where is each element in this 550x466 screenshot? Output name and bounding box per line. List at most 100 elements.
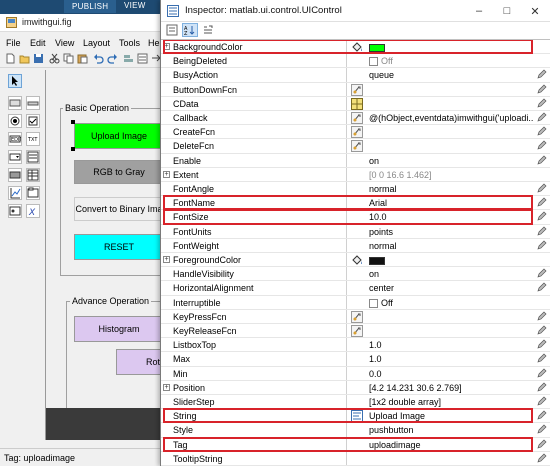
ribbon-tab-publish[interactable]: PUBLISH <box>64 0 117 13</box>
property-row-buttondownfcn[interactable]: ButtonDownFcn <box>161 82 550 97</box>
edit-pencil-icon[interactable] <box>537 439 547 449</box>
menu-layout[interactable]: Layout <box>83 38 110 48</box>
property-value[interactable]: Off <box>369 56 534 67</box>
edit-pencil-icon[interactable] <box>537 325 547 335</box>
property-checkbox[interactable] <box>369 298 378 308</box>
property-row-fontunits[interactable]: FontUnits points <box>161 224 550 239</box>
popup-menu-tool-icon[interactable] <box>8 150 22 164</box>
edit-pencil-icon[interactable] <box>537 84 547 94</box>
layout-canvas[interactable]: Basic Operation Upload Image RGB to Gray… <box>45 70 160 440</box>
column-divider[interactable] <box>346 253 347 267</box>
redo-icon[interactable] <box>107 53 118 64</box>
property-value[interactable]: Upload Image <box>369 411 534 421</box>
property-row-deletefcn[interactable]: DeleteFcn <box>161 139 550 154</box>
callback-icon[interactable] <box>350 112 363 124</box>
menu-editor-icon[interactable] <box>137 53 148 64</box>
property-value[interactable]: Off <box>369 298 534 308</box>
new-file-icon[interactable] <box>5 53 16 64</box>
edit-pencil-icon[interactable] <box>537 140 547 150</box>
axes-tool-icon[interactable] <box>8 186 22 200</box>
edit-pencil-icon[interactable] <box>537 282 547 292</box>
figure-area[interactable]: Basic Operation Upload Image RGB to Gray… <box>46 70 160 421</box>
edit-pencil-icon[interactable] <box>537 112 547 122</box>
expand-toggle-icon[interactable]: + <box>163 383 170 391</box>
property-row-fontsize[interactable]: FontSize 10.0 <box>161 210 550 225</box>
property-value[interactable]: 1.0 <box>369 340 534 350</box>
paint-bucket-icon[interactable] <box>350 41 363 53</box>
property-row-busyaction[interactable]: BusyAction queue <box>161 68 550 83</box>
edit-pencil-icon[interactable] <box>537 339 547 349</box>
color-swatch[interactable] <box>369 43 385 52</box>
edit-pencil-icon[interactable] <box>537 382 547 392</box>
column-divider[interactable] <box>346 338 347 352</box>
column-divider[interactable] <box>346 167 347 181</box>
property-row-callback[interactable]: Callback @(hObject,eventdata)imwithgui('u… <box>161 111 550 126</box>
edit-pencil-icon[interactable] <box>537 240 547 250</box>
edit-pencil-icon[interactable] <box>537 211 547 221</box>
property-row-listboxtop[interactable]: ListboxTop 1.0 <box>161 338 550 353</box>
cut-icon[interactable] <box>49 53 60 64</box>
callback-icon[interactable] <box>350 325 363 337</box>
column-divider[interactable] <box>346 68 347 82</box>
property-value[interactable]: uploadimage <box>369 440 534 450</box>
open-folder-icon[interactable] <box>19 53 30 64</box>
column-divider[interactable] <box>346 409 347 423</box>
column-divider[interactable] <box>346 309 347 323</box>
column-divider[interactable] <box>346 281 347 295</box>
column-divider[interactable] <box>346 380 347 394</box>
text-editor-icon[interactable] <box>350 410 363 423</box>
expand-toggle-icon[interactable]: + <box>163 43 170 50</box>
slider-tool-icon[interactable] <box>26 96 40 110</box>
edit-pencil-icon[interactable] <box>537 396 547 406</box>
column-divider[interactable] <box>346 437 347 451</box>
column-divider[interactable] <box>346 196 347 210</box>
reset-button[interactable]: RESET <box>74 234 160 260</box>
column-divider[interactable] <box>346 54 347 68</box>
column-divider[interactable] <box>346 40 347 54</box>
property-row-horizontalalignment[interactable]: HorizontalAlignment center <box>161 281 550 296</box>
radio-button-tool-icon[interactable] <box>8 114 22 128</box>
column-divider[interactable] <box>346 352 347 366</box>
panel-tool-icon[interactable] <box>26 186 40 200</box>
minimize-icon[interactable]: – <box>465 0 493 22</box>
edit-pencil-icon[interactable] <box>537 126 547 136</box>
property-row-beingdeleted[interactable]: BeingDeleted Off <box>161 54 550 69</box>
property-row-extent[interactable]: + Extent [0 0 16.6 1.462] <box>161 167 550 182</box>
push-button-tool-icon[interactable] <box>8 96 22 110</box>
expand-toggle-icon[interactable]: + <box>163 256 170 263</box>
rgb-to-gray-button[interactable]: RGB to Gray <box>74 160 160 184</box>
property-row-fontangle[interactable]: FontAngle normal <box>161 182 550 197</box>
column-divider[interactable] <box>346 182 347 196</box>
column-divider[interactable] <box>346 238 347 252</box>
property-row-foregroundcolor[interactable]: + ForegroundColor <box>161 253 550 268</box>
maximize-icon[interactable]: □ <box>493 0 521 22</box>
property-row-style[interactable]: Style pushbutton <box>161 423 550 438</box>
property-row-min[interactable]: Min 0.0 <box>161 366 550 381</box>
edit-pencil-icon[interactable] <box>537 311 547 321</box>
edit-pencil-icon[interactable] <box>537 424 547 434</box>
callback-icon[interactable] <box>350 140 363 153</box>
edit-pencil-icon[interactable] <box>537 69 547 79</box>
toggle-button-tool-icon[interactable] <box>8 168 22 182</box>
column-divider[interactable] <box>346 423 347 437</box>
property-row-position[interactable]: + Position [4.2 14.231 30.6 2.769] <box>161 380 550 395</box>
sort-alphabetical-icon[interactable]: AZ <box>182 23 198 37</box>
close-icon[interactable]: ✕ <box>521 0 549 22</box>
property-value[interactable]: pushbutton <box>369 425 534 435</box>
property-row-string[interactable]: String Upload Image <box>161 409 550 424</box>
property-value[interactable]: [4.2 14.231 30.6 2.769] <box>369 383 534 393</box>
static-text-tool-icon[interactable]: TXT <box>26 132 40 146</box>
property-row-handlevisibility[interactable]: HandleVisibility on <box>161 267 550 282</box>
property-value[interactable]: normal <box>369 184 534 194</box>
property-value[interactable]: @(hObject,eventdata)imwithgui('uploadi..… <box>369 113 534 123</box>
column-divider[interactable] <box>346 224 347 238</box>
column-divider[interactable] <box>346 267 347 281</box>
property-checkbox[interactable] <box>369 57 378 67</box>
checkbox-tool-icon[interactable] <box>26 114 40 128</box>
column-divider[interactable] <box>346 96 347 110</box>
property-row-keypressfcn[interactable]: KeyPressFcn <box>161 309 550 324</box>
property-row-sliderstep[interactable]: SliderStep [1x2 double array] <box>161 395 550 410</box>
align-objects-icon[interactable] <box>123 53 134 64</box>
column-divider[interactable] <box>346 395 347 409</box>
property-value[interactable]: points <box>369 227 534 237</box>
